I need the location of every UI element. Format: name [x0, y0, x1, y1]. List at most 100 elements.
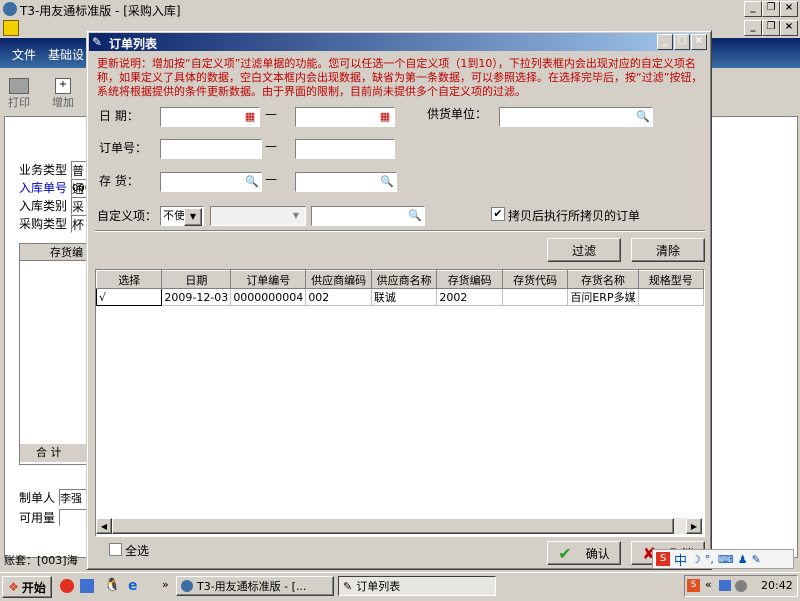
child-close-button[interactable]: × [780, 20, 798, 36]
app-icon [181, 580, 193, 592]
order-list-dialog: ✎ 订单列表 _ □ × 更新说明：增加按“自定义项”过滤单据的功能。您可以任选… [86, 30, 712, 570]
restore-button[interactable]: ❐ [762, 1, 780, 17]
cell-stock-name: 百问ERP多媒 [567, 288, 639, 306]
calendar-icon[interactable]: ▦ [377, 109, 393, 125]
calendar-icon[interactable]: ▦ [242, 109, 258, 125]
dialog-title-bar: ✎ 订单列表 _ □ × [89, 33, 707, 51]
receipt-category-field[interactable]: 采 [71, 197, 87, 215]
table-row[interactable]: √ 2009-12-03 0000000004 002 联诚 2002 百问ER… [96, 288, 704, 306]
taskbar-item-order-list[interactable]: ✎ 订单列表 [338, 576, 496, 596]
confirm-button[interactable]: ✔ 确认 [547, 541, 621, 565]
punctuation-icon[interactable]: °, [705, 553, 714, 566]
cell-select[interactable]: √ [96, 288, 163, 306]
select-all-checkbox[interactable] [109, 543, 122, 556]
taskbar: ❖ 开始 🐧 e » T3-用友通标准版 - [... ✎ 订单列表 S « 2… [0, 572, 800, 601]
quicklaunch-more-icon[interactable]: » [162, 578, 169, 591]
select-all-label: 全选 [125, 544, 150, 558]
windows-logo-icon: ❖ [8, 580, 19, 594]
date-label: 日 期： [99, 109, 139, 123]
scroll-right-icon[interactable]: ▶ [686, 518, 702, 534]
stock-to-input[interactable]: 🔍 [295, 172, 397, 192]
search-icon[interactable]: 🔍 [407, 208, 423, 224]
browser-icon[interactable] [60, 579, 74, 593]
ime-tray-icon[interactable]: S [687, 579, 700, 592]
cell-supplier-name: 联诚 [370, 288, 438, 306]
col-date[interactable]: 日期 [161, 270, 232, 289]
maker-field: 李强 [59, 489, 89, 506]
close-button[interactable]: × [780, 1, 798, 17]
col-stock-code[interactable]: 存货编码 [436, 270, 503, 289]
ime-toolbar[interactable]: S 中 ☽ °, ⌨ ♟ ✎ [652, 549, 794, 569]
network-icon[interactable] [719, 580, 731, 591]
col-spec[interactable]: 规格型号 [637, 270, 704, 289]
col-stock-alias[interactable]: 存货代码 [501, 270, 569, 289]
taskbar-item-t3[interactable]: T3-用友通标准版 - [... [176, 576, 334, 596]
user-icon[interactable]: ♟ [738, 553, 748, 566]
moon-icon[interactable]: ☽ [691, 553, 701, 566]
col-stock-name[interactable]: 存货名称 [567, 270, 639, 289]
ie-icon[interactable]: e [128, 578, 138, 594]
document-icon [3, 20, 19, 36]
dialog-minimize-button[interactable]: _ [657, 34, 673, 50]
search-icon[interactable]: 🔍 [379, 174, 395, 190]
custom-value-input[interactable]: 🔍 [311, 206, 425, 226]
filter-button[interactable]: 过滤 [547, 238, 621, 262]
order-no-from-input[interactable] [160, 139, 262, 159]
menu-file[interactable]: 文件 [12, 46, 36, 63]
receipt-category-label: 入库类别 [19, 199, 68, 213]
receipt-no-field[interactable]: 000 [71, 179, 87, 197]
ime-mode[interactable]: 中 [674, 550, 687, 569]
taskbar-item-order-list-label: 订单列表 [356, 580, 401, 593]
order-no-label: 订单号： [99, 141, 148, 155]
child-restore-button[interactable]: ❐ [762, 20, 780, 36]
col-supplier-name[interactable]: 供应商名称 [370, 270, 438, 289]
stock-from-input[interactable]: 🔍 [160, 172, 262, 192]
volume-icon[interactable] [735, 580, 747, 592]
custom-name-select[interactable]: ▼ [210, 206, 306, 226]
menu-basic-settings[interactable]: 基础设 [48, 46, 84, 63]
custom-item-value: 不使 [163, 209, 185, 222]
child-minimize-button[interactable]: _ [744, 20, 762, 36]
dialog-close-button[interactable]: × [691, 34, 707, 50]
clear-button[interactable]: 清除 [631, 238, 705, 262]
tray-expand-icon[interactable]: « [705, 578, 712, 591]
qq-icon[interactable]: 🐧 [104, 578, 120, 593]
system-tray: S « 20:42 [684, 575, 798, 597]
scroll-left-icon[interactable]: ◀ [96, 518, 112, 534]
minimize-button[interactable]: _ [744, 1, 762, 17]
col-select[interactable]: 选择 [96, 270, 163, 289]
wrench-icon[interactable]: ✎ [752, 553, 761, 566]
dialog-maximize-button[interactable]: □ [674, 34, 690, 50]
clock: 20:42 [761, 579, 793, 592]
chevron-down-icon[interactable]: ▼ [288, 208, 304, 224]
toolbar: 打印 + 增加 [0, 72, 100, 116]
add-button[interactable]: + 增加 [48, 76, 78, 112]
sogou-icon[interactable]: S [656, 552, 670, 566]
order-no-to-input[interactable] [295, 139, 395, 159]
custom-item-select[interactable]: 不使 ▼ [160, 206, 204, 226]
detail-grid: 存货编 合 计 [19, 243, 89, 465]
chevron-down-icon[interactable]: ▼ [184, 208, 202, 226]
maker-label: 制单人 [19, 491, 56, 505]
print-button[interactable]: 打印 [4, 76, 34, 112]
col-order-no[interactable]: 订单编号 [230, 270, 307, 289]
purchase-type-field[interactable]: 杯 [71, 215, 87, 233]
col-supplier-code[interactable]: 供应商编码 [305, 270, 372, 289]
scroll-thumb[interactable] [112, 518, 674, 534]
copy-execute-checkbox[interactable]: ✔ [491, 207, 505, 221]
supplier-input[interactable]: 🔍 [499, 107, 653, 127]
business-type-field[interactable]: 普通 [71, 161, 87, 196]
purchase-type-label: 采购类型 [19, 217, 68, 231]
search-icon[interactable]: 🔍 [635, 109, 651, 125]
horizontal-scrollbar[interactable]: ◀ ▶ [96, 518, 702, 534]
keyboard-icon[interactable]: ⌨ [718, 553, 734, 566]
update-notice: 更新说明：增加按“自定义项”过滤单据的功能。您可以任选一个自定义项（1到10），… [97, 57, 703, 98]
add-label: 增加 [52, 96, 74, 109]
date-to-input[interactable]: ▦ [295, 107, 395, 127]
order-table-header: 选择 日期 订单编号 供应商编码 供应商名称 存货编码 存货代码 存货名称 规格… [96, 270, 704, 289]
order-dash: — [265, 139, 277, 153]
date-from-input[interactable]: ▦ [160, 107, 260, 127]
start-button[interactable]: ❖ 开始 [2, 576, 52, 598]
search-icon[interactable]: 🔍 [244, 174, 260, 190]
app-shortcut-icon[interactable] [80, 579, 94, 593]
